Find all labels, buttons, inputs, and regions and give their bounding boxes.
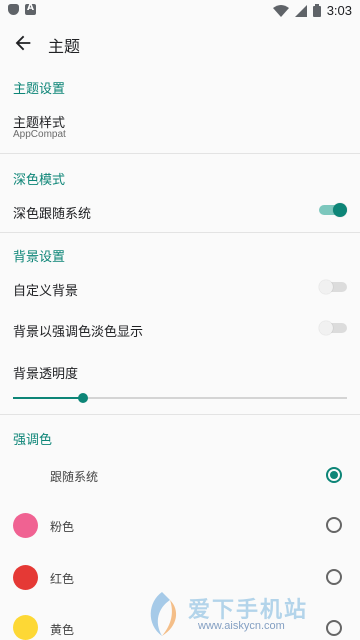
switch-thumb bbox=[319, 321, 333, 335]
app-notification-icon bbox=[25, 3, 36, 15]
divider bbox=[0, 414, 360, 415]
switch-thumb bbox=[333, 203, 347, 217]
accent-option-pink[interactable]: 粉色 bbox=[0, 503, 360, 547]
pref-background-opacity-title: 背景透明度 bbox=[13, 367, 79, 382]
watermark-url: www.aiskycn.com bbox=[198, 620, 285, 632]
pref-custom-background-title: 自定义背景 bbox=[13, 284, 79, 299]
status-left-icons bbox=[8, 3, 36, 15]
wifi-icon bbox=[272, 4, 289, 17]
pref-theme-style-summary: AppCompat bbox=[13, 129, 66, 140]
custom-background-switch[interactable] bbox=[319, 280, 347, 294]
signal-icon bbox=[294, 4, 307, 17]
switch-thumb bbox=[319, 280, 333, 294]
accent-option-label: 跟随系统 bbox=[50, 470, 99, 484]
section-header-accent: 强调色 bbox=[13, 433, 53, 448]
page-title: 主题 bbox=[48, 37, 81, 56]
shield-notification-icon bbox=[8, 4, 19, 15]
status-bar: 3:03 bbox=[0, 0, 360, 24]
accent-option-label: 粉色 bbox=[50, 520, 75, 534]
pref-background-tint-title: 背景以强调色淡色显示 bbox=[13, 325, 144, 340]
slider-knob[interactable] bbox=[78, 393, 88, 403]
battery-icon bbox=[312, 4, 321, 17]
divider bbox=[0, 153, 360, 154]
pref-custom-background[interactable]: 自定义背景 bbox=[0, 268, 360, 306]
section-header-dark-mode: 深色模式 bbox=[13, 173, 66, 188]
yellow-swatch bbox=[13, 615, 38, 640]
section-header-theme: 主题设置 bbox=[13, 82, 66, 97]
back-arrow-icon[interactable] bbox=[12, 32, 34, 54]
pink-swatch bbox=[13, 513, 38, 538]
pref-background-tint[interactable]: 背景以强调色淡色显示 bbox=[0, 308, 360, 346]
watermark: 爱下手机站 www.aiskycn.com bbox=[138, 588, 360, 640]
accent-option-follow-system[interactable]: 跟随系统 bbox=[0, 453, 360, 497]
pref-dark-follow-system-title: 深色跟随系统 bbox=[13, 207, 92, 222]
section-header-background: 背景设置 bbox=[13, 250, 66, 265]
accent-radio-red[interactable] bbox=[326, 569, 342, 585]
watermark-logo-icon bbox=[150, 592, 177, 636]
app-bar: 主题 bbox=[0, 24, 360, 62]
accent-radio-follow-system[interactable] bbox=[326, 467, 342, 483]
accent-radio-pink[interactable] bbox=[326, 517, 342, 533]
pref-dark-follow-system[interactable]: 深色跟随系统 bbox=[0, 192, 360, 228]
status-right-icons: 3:03 bbox=[272, 3, 352, 18]
background-tint-switch[interactable] bbox=[319, 321, 347, 335]
status-time: 3:03 bbox=[326, 3, 352, 18]
red-swatch bbox=[13, 565, 38, 590]
divider bbox=[0, 232, 360, 233]
dark-follow-system-switch[interactable] bbox=[319, 203, 347, 217]
slider-fill bbox=[13, 397, 83, 399]
background-opacity-slider[interactable] bbox=[13, 393, 347, 403]
accent-option-label: 黄色 bbox=[50, 623, 75, 637]
accent-option-label: 红色 bbox=[50, 572, 75, 586]
pref-theme-style[interactable]: 主题样式 AppCompat bbox=[0, 104, 360, 150]
